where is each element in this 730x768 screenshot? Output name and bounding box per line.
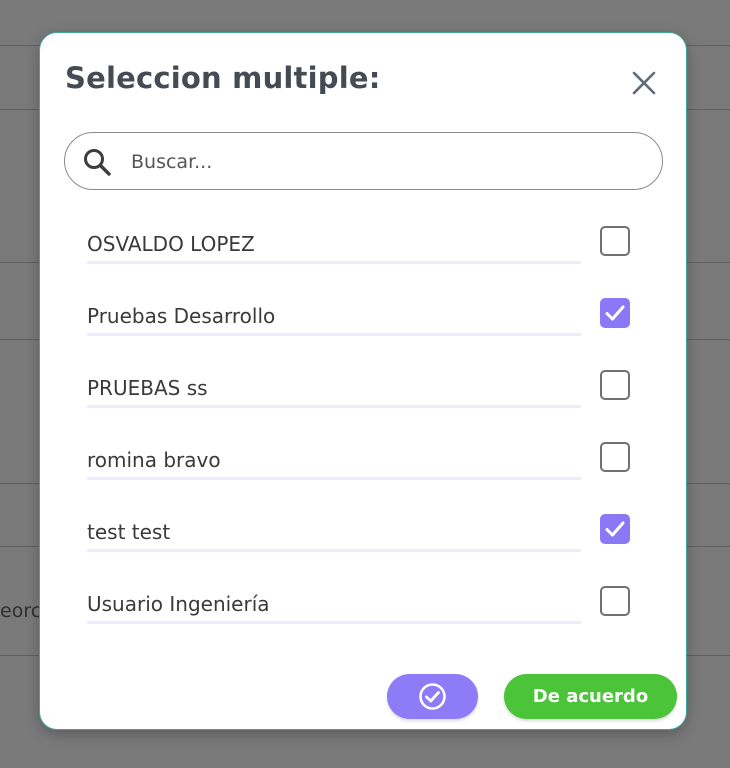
check-circle-icon [419,683,446,710]
list-item: test test [87,504,647,576]
checkbox-checked[interactable] [600,514,630,544]
background-text: eorc [0,600,40,622]
list-item: OSVALDO LOPEZ [87,216,647,288]
checkbox-unchecked[interactable] [600,442,630,472]
checkbox-unchecked[interactable] [600,586,630,616]
agree-button[interactable]: De acuerdo [504,674,677,719]
item-label: PRUEBAS ss [87,371,581,408]
item-label: romina bravo [87,443,581,480]
checkmark-icon [605,521,625,537]
multi-select-dialog: Seleccion multiple: OSVALDO LOPEZ Pruebas… [39,32,687,730]
search-icon [84,149,111,176]
search-box [64,132,663,190]
checkmark-icon [605,305,625,321]
item-label: OSVALDO LOPEZ [87,227,581,264]
dialog-title: Seleccion multiple: [65,61,381,95]
confirm-button[interactable] [387,674,478,719]
selection-list: OSVALDO LOPEZ Pruebas Desarrollo PRUEBAS s… [87,216,647,648]
close-icon [632,71,656,95]
list-item: PRUEBAS ss [87,360,647,432]
close-button[interactable] [628,67,660,99]
checkbox-checked[interactable] [600,298,630,328]
item-label: Usuario Ingeniería [87,587,581,624]
list-item: Usuario Ingeniería [87,576,647,648]
checkbox-unchecked[interactable] [600,226,630,256]
list-item: romina bravo [87,432,647,504]
checkbox-unchecked[interactable] [600,370,630,400]
item-label: Pruebas Desarrollo [87,299,581,336]
list-item: Pruebas Desarrollo [87,288,647,360]
item-label: test test [87,515,581,552]
search-input[interactable] [129,143,633,181]
